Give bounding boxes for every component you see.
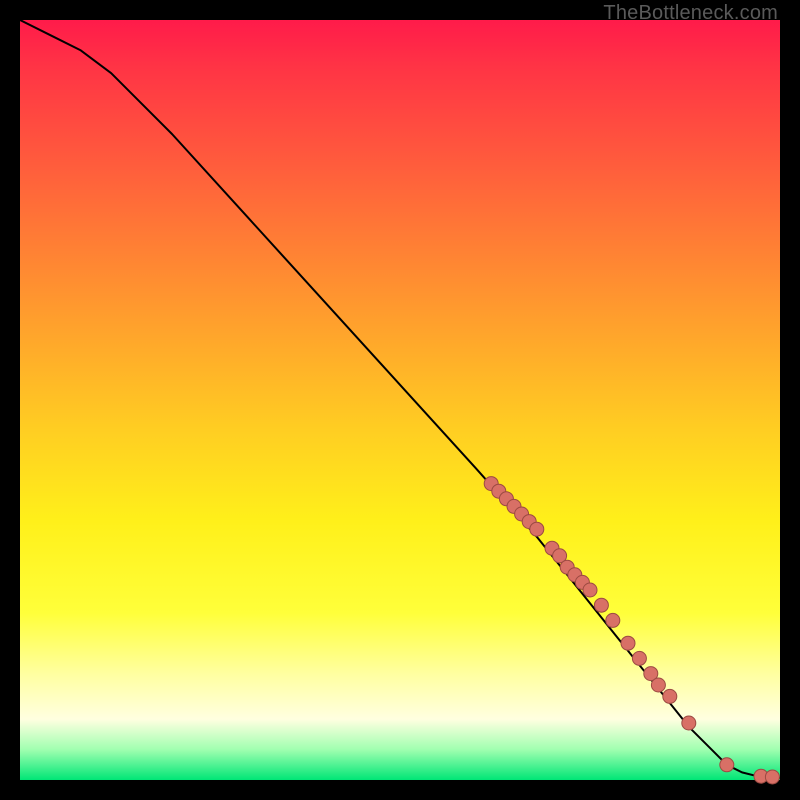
data-point-marker [594, 598, 608, 612]
data-point-marker [583, 583, 597, 597]
data-point-marker [720, 758, 734, 772]
data-point-marker [682, 716, 696, 730]
chart-plot [20, 20, 780, 780]
data-point-marker [663, 689, 677, 703]
data-point-marker [530, 522, 544, 536]
data-point-marker [632, 651, 646, 665]
data-point-marker [621, 636, 635, 650]
highlighted-points-group [484, 477, 779, 784]
data-point-marker [765, 770, 779, 784]
data-point-marker [606, 613, 620, 627]
bottleneck-curve [20, 20, 780, 778]
data-point-marker [651, 678, 665, 692]
